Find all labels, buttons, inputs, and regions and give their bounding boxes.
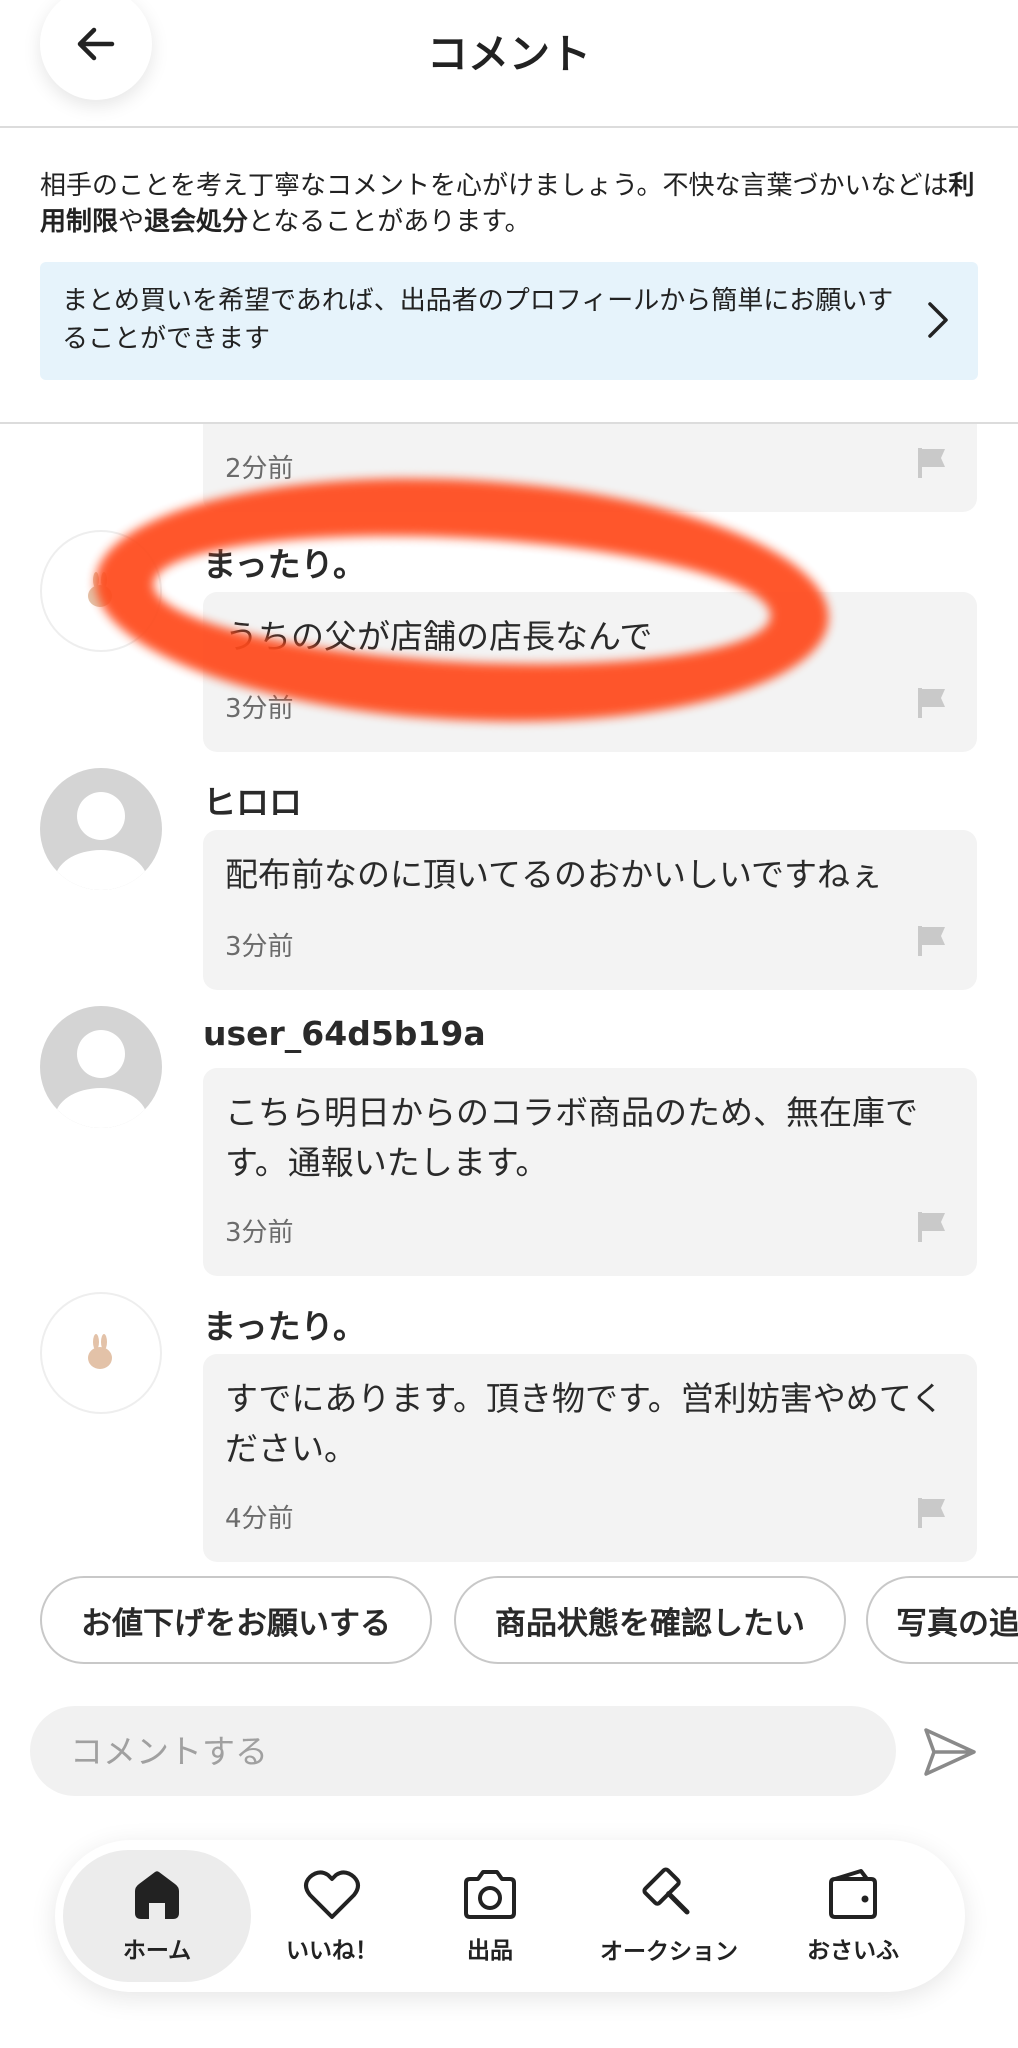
home-icon — [135, 1871, 179, 1919]
comment-bubble: 配布前なのに頂いてるのおかいしいですねぇ 3分前 — [203, 830, 977, 990]
app-header: コメント — [0, 0, 1018, 128]
notice-bold-account-termination: 退会処分 — [144, 207, 249, 237]
nav-home[interactable]: ホーム — [63, 1850, 251, 1982]
camera-icon — [464, 1870, 516, 1919]
page-title: コメント — [427, 30, 591, 78]
nav-label: おさいふ — [807, 1938, 899, 1964]
nav-sell[interactable]: 出品 — [415, 1850, 565, 1982]
nav-label: 出品 — [467, 1938, 513, 1964]
bulk-purchase-banner[interactable]: まとめ買いを希望であれば、出品者のプロフィールから簡単にお願いすることができます — [40, 262, 978, 380]
comment-text: すでにあります。頂き物です。営利妨害やめてください。 — [225, 1379, 944, 1468]
report-flag-icon[interactable] — [917, 1210, 947, 1244]
gavel-icon — [642, 1867, 690, 1915]
quick-reply-chip[interactable]: 写真の追加をお願いしたい — [866, 1576, 1018, 1664]
nav-label: オークション — [600, 1939, 738, 1965]
bunny-avatar-icon — [88, 1334, 112, 1369]
comment-guideline-notice: 相手のことを考え丁寧なコメントを心がけましょう。不快な言葉づかいなどは利用制限や… — [40, 168, 980, 240]
comment-bubble: すでにあります。頂き物です。営利妨害やめてください。 4分前 — [203, 1354, 977, 1562]
nav-auction[interactable]: オークション — [575, 1850, 763, 1982]
chevron-right-icon — [928, 302, 948, 338]
quick-reply-chip[interactable]: お値下げをお願いする — [40, 1576, 432, 1664]
comment-bubble: こちら明日からのコラボ商品のため、無在庫です。通報いたします。 3分前 — [203, 1068, 977, 1276]
quick-reply-chips[interactable]: お値下げをお願いする 商品状態を確認したい 写真の追加をお願いしたい — [0, 1574, 1018, 1666]
nav-likes[interactable]: いいね！ — [257, 1850, 407, 1982]
user-silhouette-icon — [55, 1030, 147, 1128]
comment-author[interactable]: user_64d5b19a — [203, 1014, 486, 1053]
avatar-default[interactable] — [40, 1006, 162, 1128]
avatar[interactable] — [40, 1292, 162, 1414]
banner-text: まとめ買いを希望であれば、出品者のプロフィールから簡単にお願いすることができます — [62, 286, 894, 354]
notice-text-after: となることがあります。 — [248, 207, 531, 237]
comment-input[interactable] — [70, 1706, 870, 1796]
notice-text-before: 相手のことを考え丁寧なコメントを心がけましょう。不快な言葉づかいなどは — [40, 171, 949, 201]
report-flag-icon[interactable] — [917, 686, 947, 720]
avatar-default[interactable] — [40, 768, 162, 890]
heart-icon — [304, 1870, 360, 1919]
send-icon[interactable] — [920, 1722, 980, 1782]
comment-input-container — [30, 1706, 896, 1796]
comment-time: 4分前 — [225, 1504, 294, 1534]
quick-reply-chip[interactable]: 商品状態を確認したい — [454, 1576, 846, 1664]
comment-time: 3分前 — [225, 1218, 294, 1248]
nav-wallet[interactable]: おさいふ — [773, 1850, 933, 1982]
comment-text: こちら明日からのコラボ商品のため、無在庫です。通報いたします。 — [225, 1093, 918, 1182]
report-flag-icon[interactable] — [917, 924, 947, 958]
comment-author[interactable]: まったり。 — [203, 1300, 366, 1348]
comment-time: 2分前 — [225, 454, 294, 484]
nav-label: いいね！ — [286, 1938, 378, 1964]
comment-time: 3分前 — [225, 932, 294, 962]
wallet-icon — [829, 1869, 877, 1919]
bottom-navigation: ホーム いいね！ 出品 オークション おさいふ — [55, 1840, 965, 1992]
comment-text: 配布前なのに頂いてるのおかいしいですねぇ — [225, 855, 884, 894]
comment-author[interactable]: ヒロロ — [203, 776, 302, 824]
report-flag-icon[interactable] — [917, 1496, 947, 1530]
notice-text-mid: や — [118, 207, 145, 237]
nav-label: ホーム — [122, 1938, 192, 1964]
report-flag-icon[interactable] — [917, 446, 947, 480]
user-silhouette-icon — [55, 792, 147, 890]
